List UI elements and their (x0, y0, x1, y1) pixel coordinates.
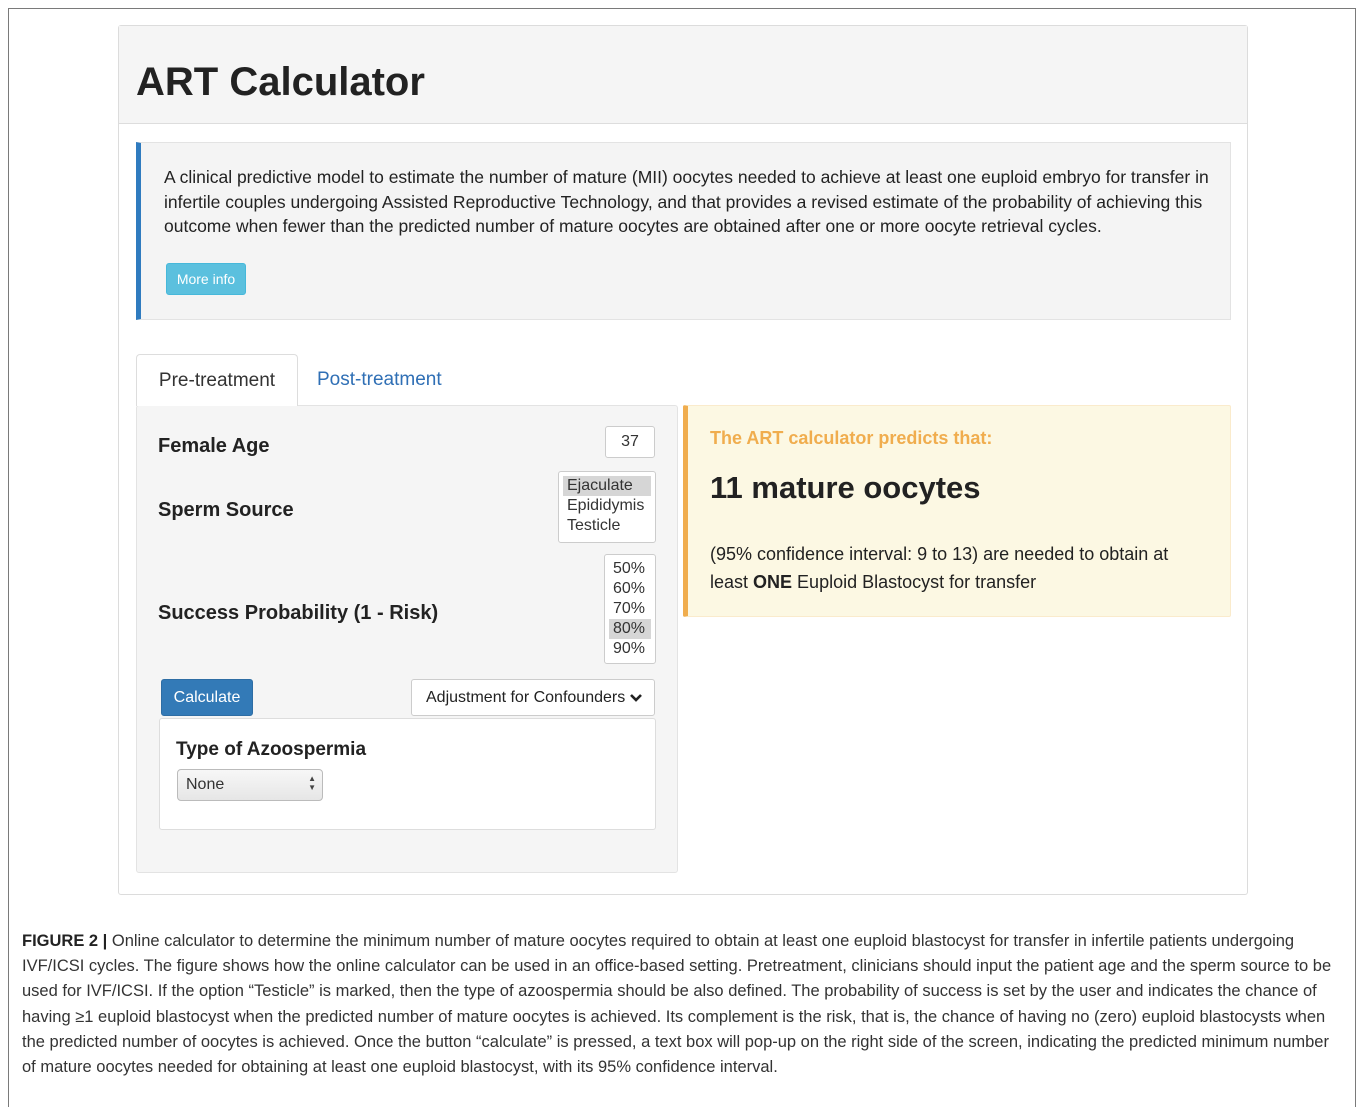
sperm-source-option[interactable]: Testicle (563, 516, 651, 536)
probability-option[interactable]: 80% (609, 619, 651, 639)
app-header: ART Calculator (119, 26, 1247, 124)
probability-option[interactable]: 70% (609, 599, 651, 619)
probability-option[interactable]: 60% (609, 579, 651, 599)
description-text: A clinical predictive model to estimate … (164, 167, 1209, 236)
azoospermia-value: None (186, 776, 225, 793)
figure-caption: FIGURE 2 | Online calculator to determin… (22, 929, 1342, 1080)
adjustment-dropdown-button[interactable]: Adjustment for Confounders (411, 679, 655, 716)
azoospermia-panel: Type of Azoospermia None ▲ ▼ (159, 718, 656, 830)
success-probability-label: Success Probability (1 - Risk) (158, 602, 439, 624)
sperm-source-listbox[interactable]: Ejaculate Epididymis Testicle (558, 471, 656, 543)
description-box: A clinical predictive model to estimate … (136, 142, 1231, 320)
app-panel: ART Calculator A clinical predictive mod… (118, 25, 1248, 895)
probability-option[interactable]: 50% (609, 559, 651, 579)
tab-post-treatment[interactable]: Post-treatment (317, 368, 442, 392)
chevron-down-icon (630, 680, 642, 715)
result-text: (95% confidence interval: 9 to 13) are n… (710, 544, 1169, 592)
female-age-label: Female Age (158, 435, 270, 457)
sperm-source-option[interactable]: Epididymis (563, 496, 651, 516)
success-probability-listbox[interactable]: 50% 60% 70% 80% 90% (604, 554, 656, 664)
select-arrows-icon: ▲ ▼ (308, 774, 316, 792)
more-info-button[interactable]: More info (166, 263, 246, 295)
probability-option[interactable]: 90% (609, 639, 651, 659)
adjustment-label: Adjustment for Confounders (426, 689, 626, 706)
sperm-source-label: Sperm Source (158, 499, 294, 521)
tab-pre-treatment[interactable]: Pre-treatment (136, 354, 298, 406)
sperm-source-option[interactable]: Ejaculate (563, 476, 651, 496)
result-heading: The ART calculator predicts that: (710, 428, 993, 448)
result-number: 11 mature oocytes (710, 470, 981, 505)
female-age-input[interactable]: 37 (605, 426, 655, 458)
azoospermia-label: Type of Azoospermia (176, 739, 367, 760)
figure-label: FIGURE 2 | (22, 932, 108, 950)
page-title: ART Calculator (136, 60, 425, 104)
caption-text: Online calculator to determine the minim… (22, 932, 1332, 1077)
result-box: The ART calculator predicts that: 11 mat… (683, 405, 1231, 617)
pre-treatment-form: Female Age 37 Sperm Source Ejaculate Epi… (136, 405, 678, 873)
azoospermia-select[interactable]: None ▲ ▼ (177, 769, 323, 801)
calculate-button[interactable]: Calculate (161, 679, 253, 716)
